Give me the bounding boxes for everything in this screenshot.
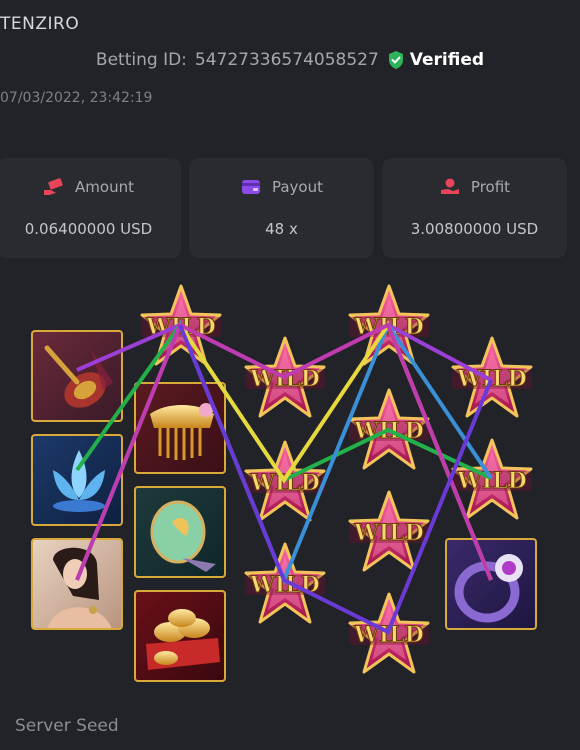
win-line (75, 319, 493, 586)
win-lines (75, 319, 493, 635)
payout-value: 48 x (265, 220, 298, 238)
slot-board: WILD WILD WILD WILD WILD WILD WILD WILD … (0, 280, 580, 690)
profit-label: Profit (470, 178, 511, 196)
win-line (75, 322, 493, 581)
game-title: TENZIRO (0, 14, 80, 34)
profit-value: 3.00800000 USD (410, 220, 539, 238)
verified-shield-icon (388, 51, 403, 69)
verified-badge: Verified (387, 50, 484, 70)
money-hand-icon (44, 178, 63, 195)
betting-id-row: Betting ID: 54727336574058527 Verified (0, 50, 580, 70)
stats-row: Amount 0.06400000 USD Payout 48 x Profit… (0, 158, 567, 258)
payout-card: Payout 48 x (189, 158, 374, 258)
win-line (76, 322, 492, 382)
coin-hand-icon (440, 178, 459, 194)
amount-value: 0.06400000 USD (24, 220, 153, 238)
profit-card: Profit 3.00800000 USD (382, 158, 567, 258)
payout-label: Payout (271, 178, 323, 196)
bet-timestamp: 07/03/2022, 23:42:19 (0, 90, 153, 106)
betting-id-value[interactable]: 54727336574058527 (195, 50, 379, 70)
betting-id-label: Betting ID: (95, 50, 187, 70)
wallet-icon (241, 180, 260, 194)
amount-label: Amount (75, 178, 134, 196)
amount-card: Amount 0.06400000 USD (0, 158, 181, 258)
server-seed-label[interactable]: Server Seed (15, 716, 119, 736)
verified-label: Verified (409, 50, 485, 70)
win-line (178, 324, 493, 635)
